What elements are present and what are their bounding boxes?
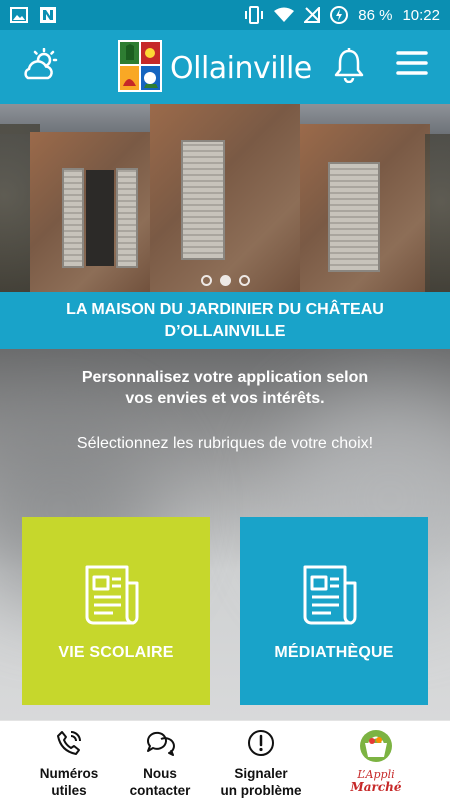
alert-icon	[247, 729, 275, 761]
hero-caption[interactable]: LA MAISON DU JARDINIER DU CHÂTEAU D’OLLA…	[0, 292, 450, 349]
topics-section: Personnalisez votre application selon vo…	[0, 349, 450, 720]
nav-numeros-utiles[interactable]: Numéros utiles	[36, 729, 102, 799]
hamburger-menu-icon[interactable]	[396, 50, 428, 81]
app-logo[interactable]: Ollainville	[118, 40, 312, 97]
nav-nous-contacter[interactable]: Nous contacter	[122, 729, 198, 799]
app-title: Ollainville	[170, 51, 312, 86]
n-notification-icon	[40, 7, 56, 23]
nav-label: Nous contacter	[129, 766, 191, 798]
carousel-dot-active[interactable]	[219, 275, 231, 286]
hero-carousel[interactable]	[0, 104, 450, 292]
appli-marche-logo-text: L’Appli Marché	[350, 769, 401, 794]
appli-marche-line2: Marché	[350, 780, 402, 794]
tile-label: VIE SCOLAIRE	[58, 644, 174, 661]
vibrate-icon	[244, 6, 264, 24]
newspaper-icon	[301, 563, 367, 630]
battery-level: 86 %	[358, 6, 393, 24]
tile-label: MÉDIATHÈQUE	[274, 644, 394, 661]
nav-signaler-probleme[interactable]: Signaler un problème	[214, 729, 308, 799]
status-bar: 86 % 10:22	[0, 0, 450, 30]
newspaper-icon	[83, 563, 149, 630]
nav-label: Signaler un problème	[220, 766, 302, 798]
carousel-dot[interactable]	[200, 275, 212, 286]
clock: 10:22	[402, 6, 440, 24]
tile-vie-scolaire[interactable]: VIE SCOLAIRE	[22, 517, 210, 705]
market-basket-icon	[356, 729, 396, 767]
notifications-bell-icon[interactable]	[333, 47, 365, 88]
signal-icon	[304, 7, 321, 23]
wifi-icon	[274, 7, 295, 23]
intro-text: Personnalisez votre application selon vo…	[0, 367, 450, 409]
intro-line: Personnalisez votre application selon vo…	[81, 369, 369, 407]
app-header: Ollainville	[0, 30, 450, 104]
battery-saver-icon	[330, 6, 349, 24]
carousel-pagination	[0, 275, 450, 286]
carousel-dot[interactable]	[238, 275, 250, 286]
chat-bubbles-icon	[145, 729, 175, 761]
phone-icon	[55, 729, 83, 761]
nav-label: Numéros utiles	[39, 766, 99, 798]
tile-mediatheque[interactable]: MÉDIATHÈQUE	[240, 517, 428, 705]
weather-icon[interactable]	[22, 47, 60, 87]
nav-appli-marche[interactable]: L’Appli Marché	[342, 729, 410, 794]
coat-of-arms-icon	[118, 40, 162, 97]
choose-topics-text: Sélectionnez les rubriques de votre choi…	[76, 435, 374, 452]
gallery-icon	[10, 7, 28, 23]
bottom-navigation: Numéros utiles Nous contacter Signaler u…	[0, 720, 450, 800]
